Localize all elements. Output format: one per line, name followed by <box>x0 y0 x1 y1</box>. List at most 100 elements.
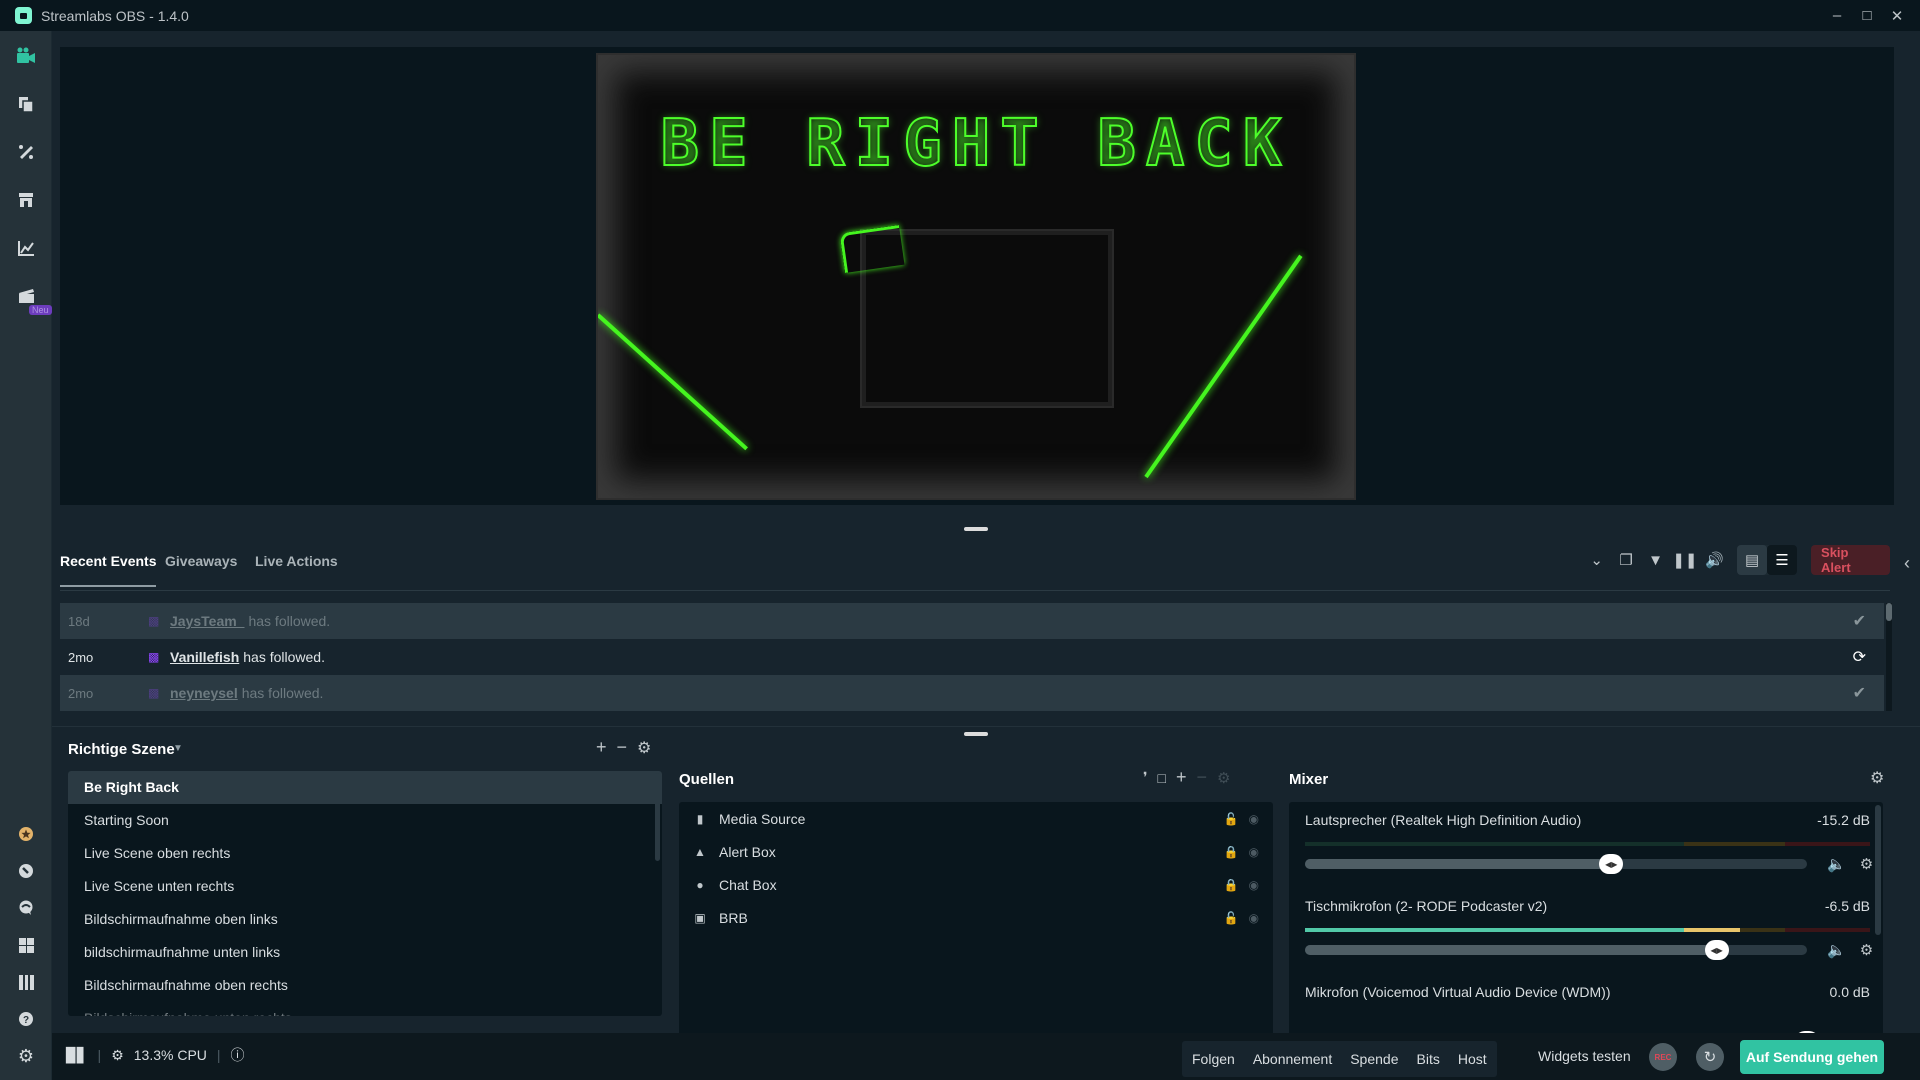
scene-item[interactable]: Be Right Back <box>68 771 662 804</box>
go-live-button[interactable]: Auf Sendung gehen <box>1740 1040 1884 1074</box>
filter-icon[interactable]: ▼ <box>1641 545 1670 575</box>
chevron-down-icon[interactable]: ⌄ <box>1582 545 1611 575</box>
sidebar-item-editor[interactable] <box>14 44 38 68</box>
sidebar-item-analytics[interactable] <box>14 236 38 260</box>
scene-list-scrollbar[interactable] <box>655 773 660 861</box>
collapse-panel-icon[interactable]: ‹ <box>1904 553 1910 574</box>
test-host-button[interactable]: Host <box>1458 1051 1487 1067</box>
eye-icon[interactable]: ◉ <box>1249 878 1259 892</box>
eye-icon[interactable]: ◉ <box>1249 812 1259 826</box>
dock-resize-handle[interactable] <box>964 732 988 736</box>
performance-chart-icon[interactable]: ▉▋ <box>66 1047 88 1064</box>
source-item[interactable]: ● Chat Box 🔒 ◉ <box>679 868 1273 901</box>
tab-giveaways[interactable]: Giveaways <box>165 553 237 569</box>
speaker-icon[interactable]: 🔈 <box>1827 855 1846 873</box>
mixer-scrollbar[interactable] <box>1875 805 1881 935</box>
scene-settings-gear-icon[interactable]: ⚙ <box>637 738 651 758</box>
scene-collection-title[interactable]: Richtige Szene <box>68 741 175 758</box>
source-settings-gear-icon[interactable]: ⚙ <box>1217 769 1230 787</box>
volume-slider[interactable]: ◀▶ <box>1305 854 1807 874</box>
add-scene-icon[interactable]: + <box>596 737 607 758</box>
event-row: 2mo ▩ Vanillefish has followed. ⟳ <box>60 639 1884 675</box>
caret-down-icon[interactable]: ▼ <box>173 743 183 754</box>
eye-icon[interactable]: ◉ <box>1249 911 1259 925</box>
lock-icon[interactable]: 🔒 <box>1224 878 1239 892</box>
close-button[interactable]: ✕ <box>1882 0 1912 31</box>
eye-icon[interactable]: ◉ <box>1249 845 1259 859</box>
sidebar-item-app-store[interactable] <box>14 188 38 212</box>
remove-scene-icon[interactable]: − <box>617 737 628 758</box>
separator: | <box>216 1047 221 1063</box>
event-user-link[interactable]: Vanillefish <box>170 649 239 665</box>
info-icon[interactable]: ⓘ <box>231 1045 245 1065</box>
test-donation-button[interactable]: Spende <box>1350 1051 1398 1067</box>
channel-gear-icon[interactable]: ⚙ <box>1860 941 1873 959</box>
scrollbar-thumb[interactable] <box>1886 603 1892 621</box>
volume-slider-fill <box>1305 859 1612 869</box>
volume-icon[interactable]: 🔊 <box>1700 545 1729 575</box>
remove-source-icon[interactable]: − <box>1197 767 1208 788</box>
sidebar-item-dashboard[interactable] <box>14 859 38 883</box>
scene-item[interactable]: Live Scene unten rechts <box>68 870 662 903</box>
dashboard-icon <box>19 864 33 878</box>
test-bits-button[interactable]: Bits <box>1417 1051 1440 1067</box>
volume-slider-knob[interactable]: ◀▶ <box>1599 854 1624 874</box>
list-view-icon[interactable]: ☰ <box>1767 545 1798 575</box>
source-item[interactable]: ▲ Alert Box 🔒 ◉ <box>679 835 1273 868</box>
scene-tools: + − ⚙ <box>596 737 651 758</box>
sidebar-item-themes[interactable] <box>14 140 38 164</box>
minimize-button[interactable]: – <box>1822 0 1852 31</box>
pause-icon[interactable]: ❚❚ <box>1670 545 1699 575</box>
skip-alert-button[interactable]: Skip Alert <box>1811 545 1891 575</box>
sidebar-item-layout[interactable] <box>14 92 38 116</box>
compact-view-icon[interactable]: ▤ <box>1737 545 1768 575</box>
add-source-icon[interactable]: + <box>1176 767 1187 788</box>
speaker-icon[interactable]: 🔈 <box>1827 941 1846 959</box>
brb-neon-line-left <box>598 313 748 451</box>
source-item[interactable]: ▮ Media Source 🔓 ◉ <box>679 802 1273 835</box>
mixer-settings-gear-icon[interactable]: ⚙ <box>1870 768 1884 788</box>
scene-item[interactable]: Live Scene oben rechts <box>68 837 662 870</box>
tab-recent-events[interactable]: Recent Events <box>60 553 157 587</box>
sidebar-item-studio-mode[interactable] <box>14 970 38 994</box>
volume-slider[interactable]: ◀▶ <box>1305 940 1807 960</box>
preview-resize-handle[interactable] <box>964 527 988 531</box>
repeat-icon[interactable]: ⟳ <box>1853 647 1866 667</box>
sidebar-item-settings[interactable]: ⚙ <box>14 1044 38 1068</box>
clapper-icon <box>18 289 34 303</box>
scene-item[interactable]: Starting Soon <box>68 804 662 837</box>
popout-icon[interactable]: ❐ <box>1611 545 1640 575</box>
replay-buffer-icon[interactable]: ↻ <box>1696 1043 1724 1071</box>
svg-text:?: ? <box>23 1015 29 1026</box>
test-subscription-button[interactable]: Abonnement <box>1253 1051 1332 1067</box>
add-folder-icon[interactable]: □ <box>1158 770 1166 786</box>
tab-live-actions[interactable]: Live Actions <box>255 553 338 569</box>
selective-recording-icon[interactable]: ❜ <box>1143 769 1148 786</box>
unlock-icon[interactable]: 🔓 <box>1224 911 1239 925</box>
sidebar-item-apps[interactable] <box>14 933 38 957</box>
scene-item[interactable]: Bildschirmaufnahme oben links <box>68 903 662 936</box>
sidebar-item-help[interactable]: ? <box>14 1007 38 1031</box>
scene-item[interactable]: bildschirmaufnahme unten links <box>68 936 662 969</box>
event-user-link[interactable]: neyneysel <box>170 685 238 701</box>
scene-item[interactable]: Bildschirmaufnahme unten rechts <box>68 1002 662 1016</box>
sidebar-item-chat[interactable] <box>14 896 38 920</box>
check-icon[interactable]: ✔ <box>1853 611 1866 631</box>
maximize-button[interactable]: □ <box>1852 0 1882 31</box>
source-item[interactable]: ▣ BRB 🔓 ◉ <box>679 901 1273 934</box>
record-button[interactable]: REC <box>1649 1043 1677 1071</box>
stream-preview[interactable]: BE RIGHT BACK <box>60 47 1894 505</box>
scene-item[interactable]: Bildschirmaufnahme oben rechts <box>68 969 662 1002</box>
event-user-link[interactable]: JaysTeam_ <box>170 613 244 629</box>
chat-icon <box>19 900 33 915</box>
sidebar-item-prime[interactable] <box>14 822 38 846</box>
widgets-test-label[interactable]: Widgets testen <box>1538 1048 1631 1064</box>
events-scrollbar[interactable] <box>1886 603 1892 711</box>
test-follow-button[interactable]: Folgen <box>1192 1051 1235 1067</box>
check-icon[interactable]: ✔ <box>1853 683 1866 703</box>
unlock-icon[interactable]: 🔓 <box>1224 812 1239 826</box>
lock-icon[interactable]: 🔒 <box>1224 845 1239 859</box>
volume-slider-knob[interactable]: ◀▶ <box>1704 940 1729 960</box>
source-label: Media Source <box>719 810 806 827</box>
channel-gear-icon[interactable]: ⚙ <box>1860 855 1873 873</box>
